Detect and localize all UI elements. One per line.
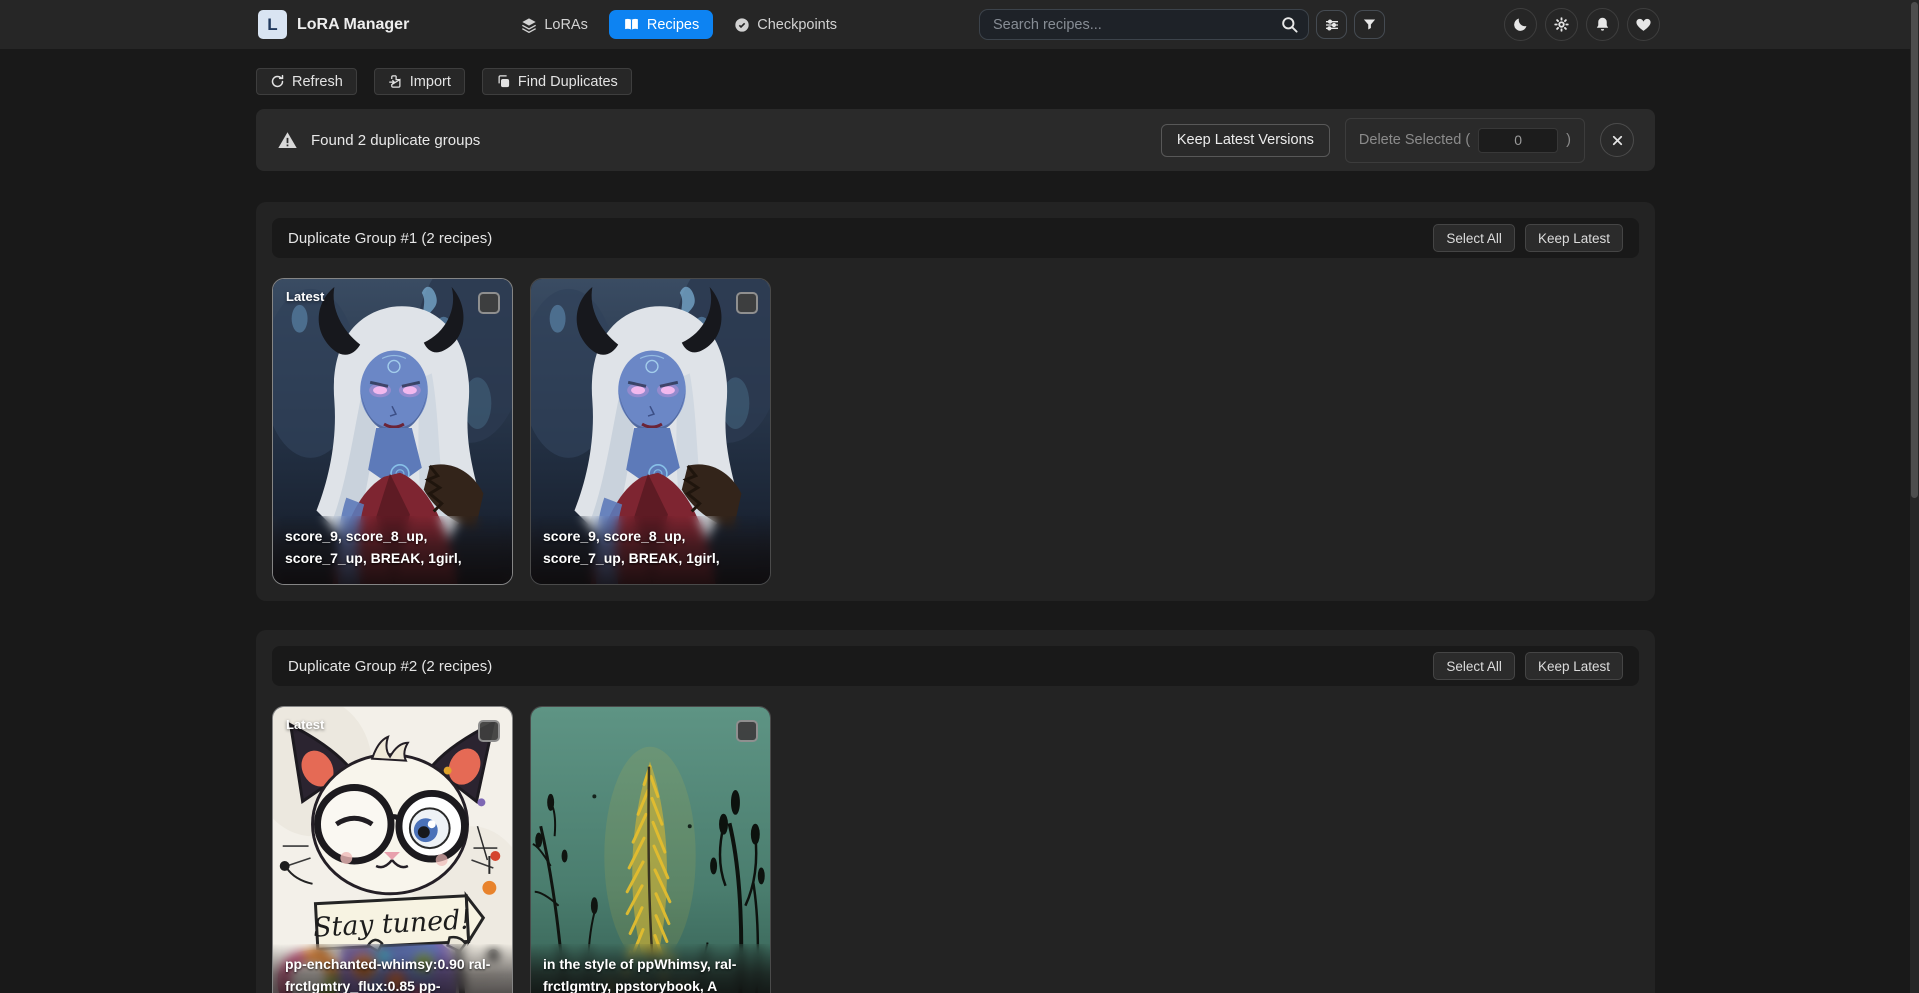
import-label: Import	[410, 74, 451, 90]
recipe-card[interactable]: Latest score_9, score_8_up, score_7_up, …	[272, 278, 513, 585]
funnel-icon	[1362, 17, 1377, 32]
warning-icon	[277, 130, 298, 151]
alert-message-wrap: Found 2 duplicate groups	[277, 130, 480, 151]
refresh-button[interactable]: Refresh	[256, 68, 357, 95]
main-content: Refresh Import Find Duplicates Found 2 d…	[256, 68, 1655, 993]
delete-selected-label: Delete Selected (	[1359, 132, 1470, 148]
caption-line: score_7_up, BREAK, 1girl,	[543, 547, 758, 569]
duplicates-alert-banner: Found 2 duplicate groups Keep Latest Ver…	[256, 109, 1655, 171]
dismiss-alert-button[interactable]	[1600, 123, 1634, 157]
caption-line: score_7_up, BREAK, 1girl,	[285, 547, 500, 569]
recipe-select-checkbox[interactable]	[736, 720, 758, 742]
bell-icon	[1594, 16, 1611, 33]
latest-badge: Latest	[286, 717, 324, 732]
toolbar: Refresh Import Find Duplicates	[256, 68, 1655, 95]
recipe-card[interactable]: Latest pp-enchanted-whimsy:0.90 ral- frc…	[272, 706, 513, 993]
navbar-icon-buttons	[1504, 8, 1660, 41]
refresh-icon	[270, 74, 285, 89]
app-title: LoRA Manager	[297, 16, 409, 34]
group-cards: Latest score_9, score_8_up, score_7_up, …	[272, 278, 1639, 585]
nav-tab-label: Checkpoints	[757, 17, 837, 33]
delete-selected-group[interactable]: Delete Selected ( )	[1345, 118, 1585, 163]
main-nav: LoRAs Recipes Checkpoints	[521, 10, 837, 39]
sliders-icon	[1324, 17, 1340, 33]
group-actions: Select All Keep Latest	[1433, 224, 1623, 252]
delete-selected-suffix: )	[1566, 132, 1571, 148]
keep-latest-versions-button[interactable]: Keep Latest Versions	[1161, 124, 1330, 157]
delete-selected-count-input[interactable]	[1478, 128, 1558, 153]
import-icon	[388, 74, 403, 89]
nav-tab-checkpoints[interactable]: Checkpoints	[734, 17, 837, 33]
gear-icon	[1553, 16, 1570, 33]
duplicate-group-2: Duplicate Group #2 (2 recipes) Select Al…	[256, 630, 1655, 993]
recipe-select-checkbox[interactable]	[478, 292, 500, 314]
search-icon[interactable]	[1280, 15, 1299, 34]
select-all-button[interactable]: Select All	[1433, 652, 1515, 680]
search-settings-button[interactable]	[1316, 10, 1347, 39]
recipe-select-checkbox[interactable]	[736, 292, 758, 314]
nav-tab-label: LoRAs	[544, 17, 588, 33]
keep-latest-button[interactable]: Keep Latest	[1525, 224, 1623, 252]
caption-line: frctlgmtry, ppstorybook, A	[543, 975, 758, 993]
caption-line: in the style of ppWhimsy, ral-	[543, 953, 758, 975]
group-title: Duplicate Group #1 (2 recipes)	[288, 230, 492, 247]
recipe-caption: score_9, score_8_up, score_7_up, BREAK, …	[273, 516, 512, 584]
scrollbar-thumb[interactable]	[1911, 2, 1918, 498]
caption-line: frctlgmtry_flux:0.85 pp-	[285, 975, 500, 993]
caption-line: score_9, score_8_up,	[285, 525, 500, 547]
alert-message: Found 2 duplicate groups	[311, 132, 480, 149]
page-scrollbar[interactable]	[1910, 0, 1919, 993]
nav-tab-loras[interactable]: LoRAs	[521, 17, 588, 33]
caption-line: pp-enchanted-whimsy:0.90 ral-	[285, 953, 500, 975]
layers-icon	[521, 17, 537, 33]
close-icon	[1610, 133, 1625, 148]
caption-line: score_9, score_8_up,	[543, 525, 758, 547]
latest-badge: Latest	[286, 289, 324, 304]
recipe-caption: pp-enchanted-whimsy:0.90 ral- frctlgmtry…	[273, 944, 512, 993]
notifications-button[interactable]	[1586, 8, 1619, 41]
refresh-label: Refresh	[292, 74, 343, 90]
duplicate-icon	[496, 74, 511, 89]
search-option-buttons	[1316, 10, 1385, 39]
find-duplicates-button[interactable]: Find Duplicates	[482, 68, 632, 95]
group-header: Duplicate Group #2 (2 recipes) Select Al…	[272, 646, 1639, 686]
keep-latest-button[interactable]: Keep Latest	[1525, 652, 1623, 680]
find-duplicates-label: Find Duplicates	[518, 74, 618, 90]
support-button[interactable]	[1627, 8, 1660, 41]
moon-icon	[1512, 16, 1529, 33]
open-book-icon	[623, 16, 640, 33]
recipe-card[interactable]: score_9, score_8_up, score_7_up, BREAK, …	[530, 278, 771, 585]
filter-button[interactable]	[1354, 10, 1385, 39]
nav-tab-recipes[interactable]: Recipes	[609, 10, 713, 39]
recipe-caption: in the style of ppWhimsy, ral- frctlgmtr…	[531, 944, 770, 993]
group-title: Duplicate Group #2 (2 recipes)	[288, 658, 492, 675]
group-cards: Latest pp-enchanted-whimsy:0.90 ral- frc…	[272, 706, 1639, 993]
nav-tab-label: Recipes	[647, 17, 699, 33]
recipe-select-checkbox[interactable]	[478, 720, 500, 742]
theme-toggle-button[interactable]	[1504, 8, 1537, 41]
settings-button[interactable]	[1545, 8, 1578, 41]
group-actions: Select All Keep Latest	[1433, 652, 1623, 680]
heart-icon	[1635, 16, 1652, 33]
import-button[interactable]: Import	[374, 68, 465, 95]
recipe-card[interactable]: in the style of ppWhimsy, ral- frctlgmtr…	[530, 706, 771, 993]
app-logo: L	[258, 10, 287, 39]
top-navbar: L LoRA Manager LoRAs Recipes Checkpoints	[0, 0, 1919, 49]
group-header: Duplicate Group #1 (2 recipes) Select Al…	[272, 218, 1639, 258]
search-input[interactable]	[979, 9, 1309, 40]
alert-actions: Keep Latest Versions Delete Selected ( )	[1161, 118, 1634, 163]
brand: L LoRA Manager	[258, 10, 409, 39]
search-bar	[979, 9, 1309, 40]
duplicate-group-1: Duplicate Group #1 (2 recipes) Select Al…	[256, 202, 1655, 601]
check-circle-icon	[734, 17, 750, 33]
select-all-button[interactable]: Select All	[1433, 224, 1515, 252]
recipe-caption: score_9, score_8_up, score_7_up, BREAK, …	[531, 516, 770, 584]
